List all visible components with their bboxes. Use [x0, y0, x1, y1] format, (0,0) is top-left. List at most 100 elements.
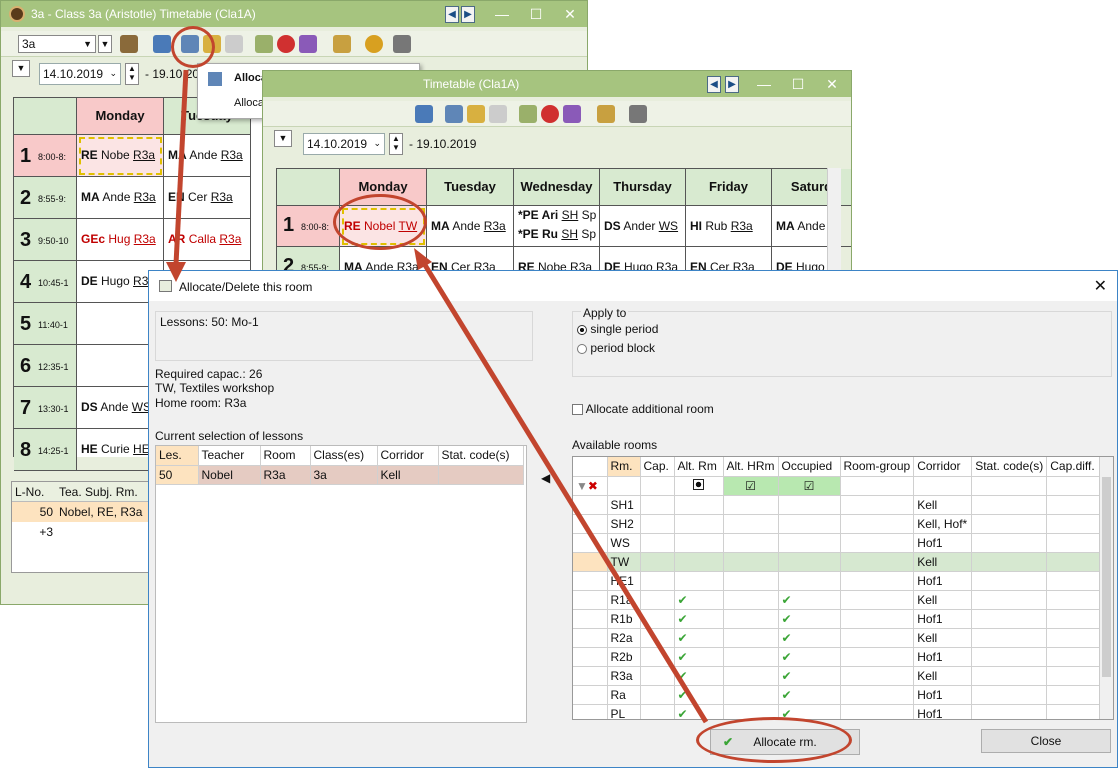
lesson-cell[interactable]: MA Ande R3a	[427, 206, 514, 247]
col-classes[interactable]: Class(es)	[310, 446, 378, 466]
filter-alt-hrm-checkbox[interactable]: ☑	[723, 476, 779, 496]
room-row[interactable]: R2b ✔ ✔ Hof1	[573, 647, 1101, 667]
minimize-button[interactable]: —	[485, 1, 519, 27]
lesson-cell-tuesday[interactable]: AR Calla R3a	[164, 219, 251, 261]
car-icon[interactable]	[489, 105, 507, 123]
class-select[interactable]: 3a ▼	[18, 35, 96, 53]
period-header[interactable]: 5 11:40-1	[14, 303, 77, 345]
settings-doc-icon[interactable]	[333, 35, 351, 53]
col-stat-codes[interactable]: Stat. code(s)	[438, 446, 524, 466]
room-row[interactable]: HE1 Hof1	[573, 571, 1101, 591]
settings-doc-icon[interactable]	[597, 105, 615, 123]
date-from-field[interactable]: 14.10.2019 ⌄	[39, 63, 121, 85]
day-header[interactable]: Wednesday	[514, 169, 600, 206]
period-header[interactable]: 4 10:45-1	[14, 261, 77, 303]
day-header[interactable]: Friday	[686, 169, 772, 206]
lesson-cell-tuesday[interactable]: MA Ande R3a	[164, 135, 251, 177]
lesson-cell[interactable]: *PE Ari SH Sp *PE Ru SH Sp	[514, 206, 600, 247]
gear-icon[interactable]	[365, 35, 383, 53]
room-row[interactable]: WS Hof1	[573, 533, 1101, 553]
period-header[interactable]: 1 8:00-8:	[277, 206, 340, 247]
room-row[interactable]: R2a ✔ ✔ Kell	[573, 628, 1101, 648]
current-lesson-row[interactable]: 50 Nobel R3a 3a Kell	[156, 465, 524, 485]
col-alt-rm[interactable]: Alt. Rm	[674, 457, 724, 477]
day-header[interactable]: Thursday	[600, 169, 686, 206]
next-arrow-icon[interactable]: ▶	[461, 6, 475, 23]
close-button[interactable]: ✕	[553, 1, 587, 27]
lesson-cell-monday[interactable]: MA Ande R3a	[77, 177, 164, 219]
col-teacher[interactable]: Teacher	[198, 446, 261, 466]
room-row[interactable]: R1b ✔ ✔ Hof1	[573, 609, 1101, 629]
col-room[interactable]: Room	[260, 446, 311, 466]
col-occupied[interactable]: Occupied	[778, 457, 841, 477]
grid-icon[interactable]	[415, 105, 433, 123]
close-button[interactable]: ✕	[815, 71, 849, 97]
room-row[interactable]: SH2 Kell, Hof*	[573, 514, 1101, 534]
lesson-cell-monday[interactable]: GEc Hug R3a	[77, 219, 164, 261]
period-header[interactable]: 3 9:50-10	[14, 219, 77, 261]
teachers-icon[interactable]	[120, 35, 138, 53]
people-icon[interactable]	[299, 35, 317, 53]
lesson-row[interactable]: 50 Nobel, RE, R3a	[12, 502, 150, 522]
allocate-room-icon[interactable]	[445, 105, 463, 123]
dropdown-button[interactable]: ▼	[98, 35, 112, 53]
close-button[interactable]: Close	[981, 729, 1111, 753]
collapse-button[interactable]: ▼	[274, 130, 292, 147]
col-stat-codes[interactable]: Stat. code(s)	[971, 457, 1048, 477]
room-row[interactable]: R3a ✔ ✔ Kell	[573, 666, 1101, 686]
filter-alt-rm-checkbox[interactable]	[674, 476, 724, 496]
period-header[interactable]: 7 13:30-1	[14, 387, 77, 429]
col-room-group[interactable]: Room-group	[840, 457, 915, 477]
lesson-cell[interactable]: DS Ander WS	[600, 206, 686, 247]
people-icon[interactable]	[563, 105, 581, 123]
room-row[interactable]: R1a ✔ ✔ Kell	[573, 590, 1101, 610]
pin-icon[interactable]	[541, 105, 559, 123]
period-header[interactable]: 6 12:35-1	[14, 345, 77, 387]
col-cap-diff[interactable]: Cap.diff.	[1046, 457, 1101, 477]
lesson-cell[interactable]: HI Rub R3a	[686, 206, 772, 247]
lesson-row[interactable]: +3	[12, 522, 150, 542]
lock-icon[interactable]	[467, 105, 485, 123]
next-arrow-icon[interactable]: ▶	[725, 76, 739, 93]
date-spinner[interactable]: ▲ ▼	[125, 63, 139, 85]
list-menu-icon[interactable]	[629, 105, 647, 123]
period-block-radio[interactable]: period block	[577, 341, 655, 355]
filter-occupied-checkbox[interactable]: ☑	[778, 476, 841, 496]
maximize-button[interactable]: ☐	[519, 1, 553, 27]
room-row[interactable]: PL ✔ ✔ Hof1	[573, 704, 1101, 719]
brush-icon[interactable]	[519, 105, 537, 123]
lesson-cell-tuesday[interactable]: EN Cer R3a	[164, 177, 251, 219]
col-cap[interactable]: Cap.	[640, 457, 675, 477]
period-header[interactable]: 2 8:55-9:	[14, 177, 77, 219]
additional-room-checkbox[interactable]: Allocate additional room	[572, 402, 714, 416]
period-header[interactable]: 8 14:25-1	[14, 429, 77, 471]
room-row[interactable]: SH1 Kell	[573, 495, 1101, 515]
list-menu-icon[interactable]	[393, 35, 411, 53]
col-alt-hrm[interactable]: Alt. HRm	[723, 457, 779, 477]
col-rm[interactable]: Rm.	[607, 457, 641, 477]
col-les[interactable]: Les.	[156, 446, 199, 466]
date-spinner[interactable]: ▲ ▼	[389, 133, 403, 155]
rooms-scrollbar[interactable]	[1099, 457, 1113, 719]
day-header[interactable]: Tuesday	[427, 169, 514, 206]
room-row[interactable]: Ra ✔ ✔ Hof1	[573, 685, 1101, 705]
car-icon[interactable]	[225, 35, 243, 53]
date-from-field[interactable]: 14.10.2019 ⌄	[303, 133, 385, 155]
grid-icon[interactable]	[153, 35, 171, 53]
filter-icon[interactable]: ▼✖	[573, 476, 608, 496]
period-header[interactable]: 1 8:00-8:	[14, 135, 77, 177]
close-icon[interactable]: ✕	[1094, 276, 1107, 296]
lesson-cell-monday[interactable]: RE Nobe R3a	[77, 135, 164, 177]
prev-arrow-icon[interactable]: ◀	[707, 76, 721, 93]
col-corridor[interactable]: Corridor	[377, 446, 439, 466]
brush-icon[interactable]	[255, 35, 273, 53]
maximize-button[interactable]: ☐	[781, 71, 815, 97]
collapse-button[interactable]: ▼	[12, 60, 30, 77]
day-header-monday[interactable]: Monday	[77, 98, 164, 135]
room-row[interactable]: TW Kell	[573, 552, 1101, 572]
prev-arrow-icon[interactable]: ◀	[445, 6, 459, 23]
minimize-button[interactable]: —	[747, 71, 781, 97]
col-corridor[interactable]: Corridor	[913, 457, 973, 477]
pin-icon[interactable]	[277, 35, 295, 53]
single-period-radio[interactable]: single period	[577, 322, 658, 336]
